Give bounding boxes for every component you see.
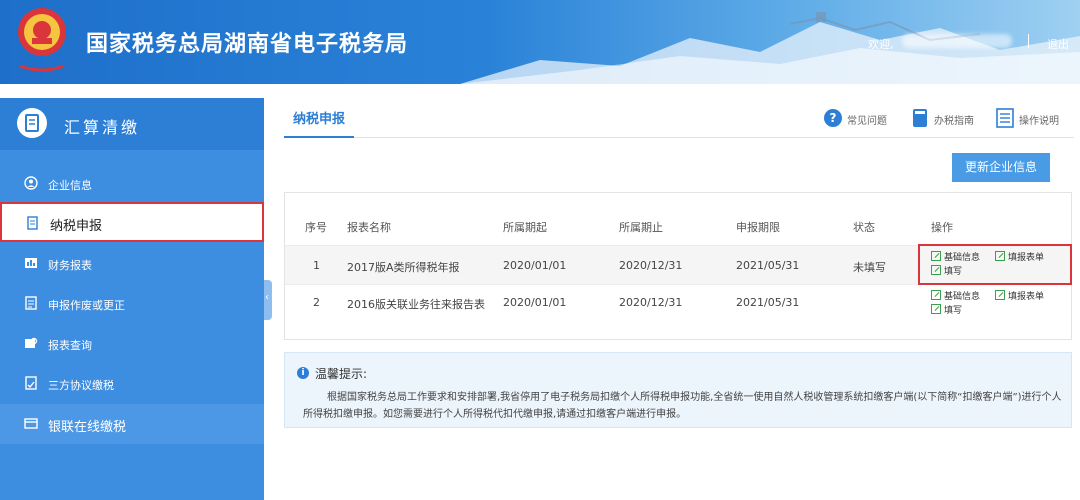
welcome-text: 欢迎, <box>868 38 894 51</box>
payment-icon <box>24 418 38 429</box>
actions-highlight-box <box>918 244 1072 285</box>
column-header-period-start: 所属期起 <box>503 221 547 234</box>
sidebar-collapse-handle[interactable]: ‹ <box>264 280 272 320</box>
sidebar-item-tax-declaration[interactable]: 纳税申报 <box>0 202 264 242</box>
sidebar-title: 汇算清缴 <box>64 118 141 137</box>
tips-text: 根据国家税务总局工作要求和安排部署,我省停用了电子税务局扣缴个人所得税申报功能,… <box>303 392 1062 420</box>
header-banner: 国家税务总局湖南省电子税务局 欢迎, 退出 <box>0 0 1080 84</box>
row-deadline: 2021/05/31 <box>736 259 800 272</box>
row-period-start: 2020/01/01 <box>503 296 567 309</box>
tab-bar: 纳税申报 ? 常见问题 办税指南 操作说明 <box>284 98 1074 138</box>
column-header-actions: 操作 <box>931 221 953 234</box>
edit-icon <box>931 304 941 314</box>
table-row: 2 2016版关联业务往来报告表 2020/01/01 2020/12/31 2… <box>285 285 1071 323</box>
tips-panel: i 温馨提示: 根据国家税务总局工作要求和安排部署,我省停用了电子税务局扣缴个人… <box>284 352 1072 428</box>
tab-tax-declaration[interactable]: 纳税申报 <box>284 108 354 138</box>
sidebar-item-label: 报表查询 <box>48 339 92 352</box>
sidebar-item-label: 申报作废或更正 <box>48 299 125 312</box>
row-no: 2 <box>313 296 320 309</box>
sidebar-item-report-query[interactable]: 报表查询 <box>0 324 264 364</box>
row-period-start: 2020/01/01 <box>503 259 567 272</box>
report-icon <box>25 258 37 268</box>
sidebar-item-label: 企业信息 <box>48 179 92 192</box>
svg-text:?: ? <box>830 111 837 125</box>
faq-label: 常见问题 <box>847 116 887 127</box>
agreement-icon <box>25 376 37 390</box>
clipboard-icon <box>17 108 47 138</box>
column-header-report-name: 报表名称 <box>347 221 391 234</box>
sidebar-item-label: 纳税申报 <box>50 219 103 234</box>
row-report-name: 2016版关联业务往来报告表 <box>347 298 485 311</box>
header-divider <box>1028 34 1029 48</box>
list-icon <box>25 296 37 310</box>
username-redacted <box>902 34 1012 48</box>
fill-label: 填写 <box>944 306 963 316</box>
column-header-period-end: 所属期止 <box>619 221 663 234</box>
search-report-icon <box>25 337 38 348</box>
sidebar-item-void-or-correct[interactable]: 申报作废或更正 <box>0 284 264 324</box>
fill-link[interactable]: 填写 <box>931 303 962 316</box>
row-report-name: 2017版A类所得税年报 <box>347 261 460 274</box>
sidebar-item-label: 银联在线缴税 <box>48 420 127 435</box>
declaration-table: 序号 报表名称 所属期起 所属期止 申报期限 状态 操作 1 2017版A类所得… <box>284 192 1072 340</box>
column-header-deadline: 申报期限 <box>736 221 780 234</box>
column-header-status: 状态 <box>853 221 875 234</box>
basic-info-label: 基础信息 <box>944 292 981 302</box>
user-circle-icon <box>24 176 38 190</box>
manual-list-icon <box>996 108 1014 128</box>
row-deadline: 2021/05/31 <box>736 296 800 309</box>
row-period-end: 2020/12/31 <box>619 259 683 272</box>
operation-manual-label: 操作说明 <box>1019 116 1059 127</box>
row-no: 1 <box>313 259 320 272</box>
sidebar-item-financial-reports[interactable]: 财务报表 <box>0 244 264 284</box>
row-status: 未填写 <box>853 261 886 274</box>
question-circle-icon: ? <box>824 109 842 127</box>
sidebar-item-label: 财务报表 <box>48 259 92 272</box>
tax-guide-label: 办税指南 <box>934 116 974 127</box>
sidebar-item-label: 三方协议缴税 <box>48 379 114 392</box>
tips-title: 温馨提示: <box>315 367 368 381</box>
sidebar-header: 汇算清缴 <box>0 98 264 150</box>
sidebar-item-company-info[interactable]: 企业信息 <box>0 164 264 204</box>
basic-info-link[interactable]: 基础信息 <box>931 289 980 302</box>
document-edit-icon <box>27 216 38 230</box>
update-company-info-button[interactable]: 更新企业信息 <box>952 153 1050 182</box>
sidebar-item-tripartite-payment[interactable]: 三方协议缴税 <box>0 364 264 404</box>
column-header-no: 序号 <box>305 221 327 234</box>
logout-link[interactable]: 退出 <box>1047 36 1069 52</box>
row-period-end: 2020/12/31 <box>619 296 683 309</box>
edit-icon <box>931 290 941 300</box>
sidebar-item-unionpay-payment[interactable]: 银联在线缴税 <box>0 404 264 444</box>
fill-form-label: 填报表单 <box>1008 292 1045 302</box>
tax-bureau-emblem-logo <box>18 8 66 72</box>
edit-icon <box>995 290 1005 300</box>
site-title: 国家税务总局湖南省电子税务局 <box>86 32 409 57</box>
fill-form-link[interactable]: 填报表单 <box>995 289 1044 302</box>
info-icon: i <box>297 367 309 379</box>
book-icon <box>913 109 927 127</box>
sidebar: 汇算清缴 企业信息 纳税申报 财务报表 申报作废或更正 报表查询 三方协议缴税 … <box>0 98 264 500</box>
chevron-left-icon: ‹ <box>265 292 269 303</box>
